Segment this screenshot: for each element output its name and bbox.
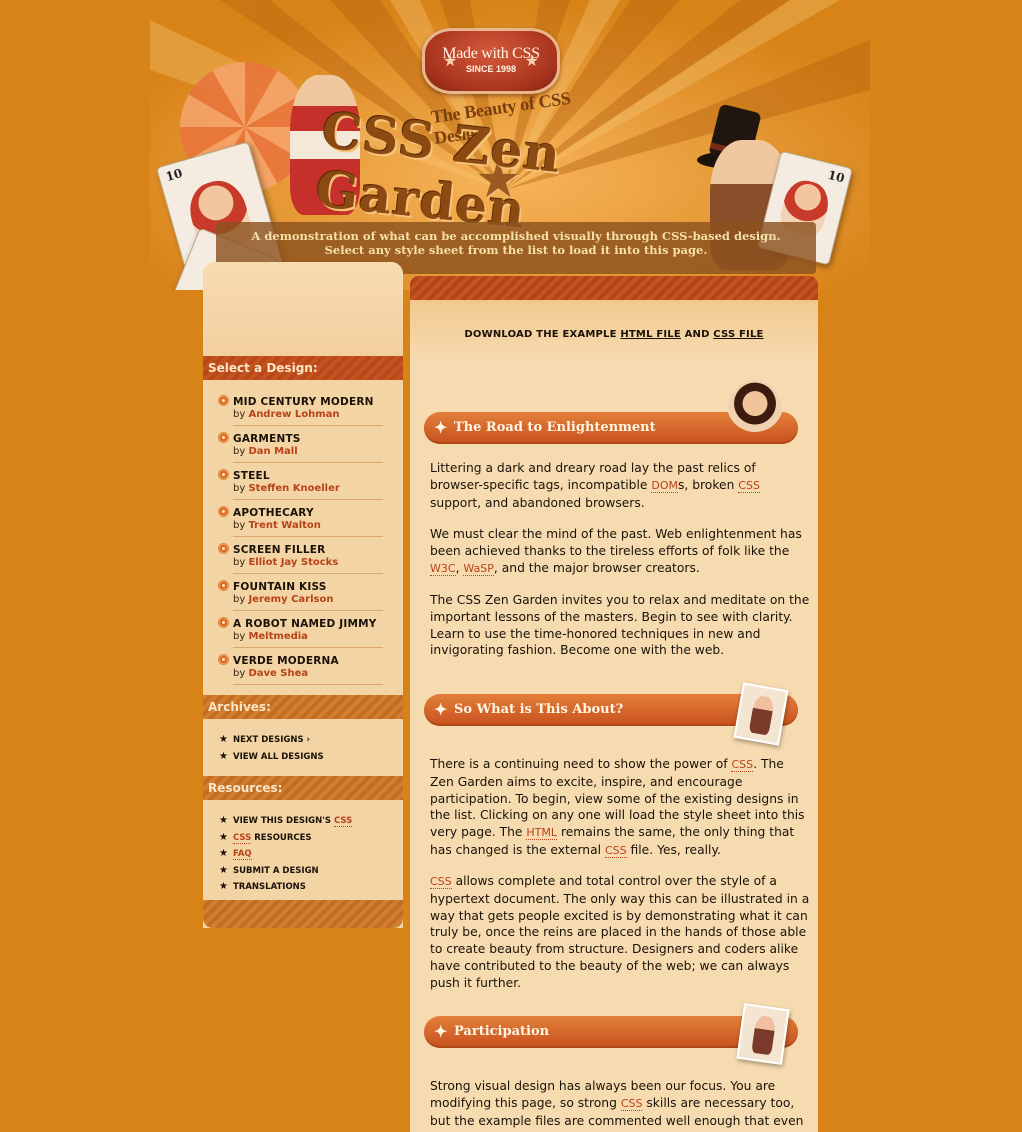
tagline-line2: Select any style sheet from the list to … xyxy=(324,243,708,257)
paragraph: We must clear the mind of the past. Web … xyxy=(430,527,802,576)
star-icon: ★ xyxy=(219,831,228,843)
view-all-designs-link[interactable]: ★ VIEW ALL DESIGNS xyxy=(219,750,399,767)
download-line: DOWNLOAD THE EXAMPLE HTML FILE AND CSS F… xyxy=(464,329,764,340)
paragraph: CSS allows complete and total control ov… xyxy=(430,874,810,990)
bullet-icon xyxy=(218,469,229,480)
bullet-icon xyxy=(218,617,229,628)
author-link[interactable]: Elliot Jay Stocks xyxy=(248,557,338,568)
design-item[interactable]: MID CENTURY MODERN by Andrew Lohman xyxy=(218,389,383,426)
design-name[interactable]: FOUNTAIN KISS xyxy=(233,581,383,593)
star-icon: ★ xyxy=(219,864,228,876)
design-item[interactable]: SCREEN FILLER by Elliot Jay Stocks xyxy=(218,537,383,574)
main-content: DOWNLOAD THE EXAMPLE HTML FILE AND CSS F… xyxy=(410,276,818,1132)
design-item[interactable]: A ROBOT NAMED JIMMY by Meltmedia xyxy=(218,611,383,648)
design-author: by Dan Mall xyxy=(233,446,298,457)
sidebar: Select a Design: MID CENTURY MODERN by A… xyxy=(203,262,403,928)
bullet-icon xyxy=(218,580,229,591)
css-file-link[interactable]: CSS FILE xyxy=(713,329,763,340)
paragraph: Littering a dark and dreary road lay the… xyxy=(430,461,760,510)
design-name[interactable]: A ROBOT NAMED JIMMY xyxy=(233,618,383,630)
author-link[interactable]: Steffen Knoeller xyxy=(248,483,339,494)
bullet-icon xyxy=(218,543,229,554)
resources-heading: Resources: xyxy=(203,776,403,800)
select-design-heading: Select a Design: xyxy=(203,356,403,380)
bullet-icon xyxy=(218,506,229,517)
design-item[interactable]: GARMENTS by Dan Mall xyxy=(218,426,383,463)
sparkle-icon: ✦ xyxy=(434,700,448,719)
made-with-css-badge: ★ ★ Made with CSS SINCE 1998 xyxy=(422,28,560,94)
author-link[interactable]: Dave Shea xyxy=(248,668,308,679)
archives-list: ★ NEXT DESIGNS › ★ VIEW ALL DESIGNS xyxy=(219,733,399,766)
css-resources-link[interactable]: ★ CSS RESOURCES xyxy=(219,831,399,848)
design-item[interactable]: STEEL by Steffen Knoeller xyxy=(218,463,383,500)
portrait-illustration xyxy=(728,380,782,442)
design-author: by Trent Walton xyxy=(233,520,321,531)
author-link[interactable]: Andrew Lohman xyxy=(248,409,339,420)
sidebar-top xyxy=(203,262,403,356)
photo-illustration xyxy=(733,682,789,746)
design-name[interactable]: STEEL xyxy=(233,470,383,482)
author-link[interactable]: Dan Mall xyxy=(248,446,297,457)
sidebar-footer xyxy=(203,900,403,928)
author-link[interactable]: Meltmedia xyxy=(248,631,307,642)
star-icon: ★ xyxy=(219,848,228,859)
design-author: by Elliot Jay Stocks xyxy=(233,557,339,568)
design-author: by Meltmedia xyxy=(233,631,308,642)
faq-link[interactable]: ★ FAQ xyxy=(219,847,399,864)
author-link[interactable]: Jeremy Carlson xyxy=(248,594,333,605)
design-item[interactable]: FOUNTAIN KISS by Jeremy Carlson xyxy=(218,574,383,611)
design-item[interactable]: APOTHECARY by Trent Walton xyxy=(218,500,383,537)
bullet-icon xyxy=(218,432,229,443)
paragraph: Strong visual design has always been our… xyxy=(430,1079,804,1128)
design-name[interactable]: SCREEN FILLER xyxy=(233,544,383,556)
submit-design-link[interactable]: ★ SUBMIT A DESIGN xyxy=(219,864,399,881)
design-author: by Dave Shea xyxy=(233,668,309,679)
star-icon: ★ xyxy=(219,734,228,745)
design-list: MID CENTURY MODERN by Andrew Lohman GARM… xyxy=(203,389,403,685)
design-author: by Andrew Lohman xyxy=(233,409,340,420)
translations-link[interactable]: ★ TRANSLATIONS xyxy=(219,880,399,897)
next-designs-link[interactable]: ★ NEXT DESIGNS › xyxy=(219,733,399,750)
author-link[interactable]: Trent Walton xyxy=(248,520,320,531)
star-icon: ★ xyxy=(524,51,539,70)
bullet-icon xyxy=(218,654,229,665)
paragraph: The CSS Zen Garden invites you to relax … xyxy=(430,593,810,658)
main-top-bar xyxy=(410,276,818,300)
design-item[interactable]: VERDE MODERNA by Dave Shea xyxy=(218,648,383,685)
design-name[interactable]: APOTHECARY xyxy=(233,507,383,519)
html-file-link[interactable]: HTML FILE xyxy=(620,329,681,340)
design-name[interactable]: VERDE MODERNA xyxy=(233,655,383,667)
tagline-line1: A demonstration of what can be accomplis… xyxy=(251,229,781,243)
resources-list: ★ VIEW THIS DESIGN'S CSS ★ CSS RESOURCES… xyxy=(219,814,399,897)
paragraph: There is a continuing need to show the p… xyxy=(430,757,805,858)
bullet-icon xyxy=(218,395,229,406)
design-author: by Steffen Knoeller xyxy=(233,483,340,494)
star-icon: ★ xyxy=(219,815,228,826)
star-icon: ★ xyxy=(219,750,228,762)
photo-illustration xyxy=(736,1003,790,1065)
sparkle-icon: ✦ xyxy=(434,1022,448,1041)
archives-heading: Archives: xyxy=(203,695,403,719)
star-icon: ★ xyxy=(219,881,228,892)
design-name[interactable]: GARMENTS xyxy=(233,433,383,445)
page-header: 10 01 10 ★ ★ Made with CSS SINCE 1998 Th… xyxy=(150,0,870,290)
design-name[interactable]: MID CENTURY MODERN xyxy=(233,396,383,408)
star-icon: ★ xyxy=(443,51,458,70)
view-css-link[interactable]: ★ VIEW THIS DESIGN'S CSS xyxy=(219,814,399,831)
design-author: by Jeremy Carlson xyxy=(233,594,334,605)
sparkle-icon: ✦ xyxy=(434,418,448,437)
